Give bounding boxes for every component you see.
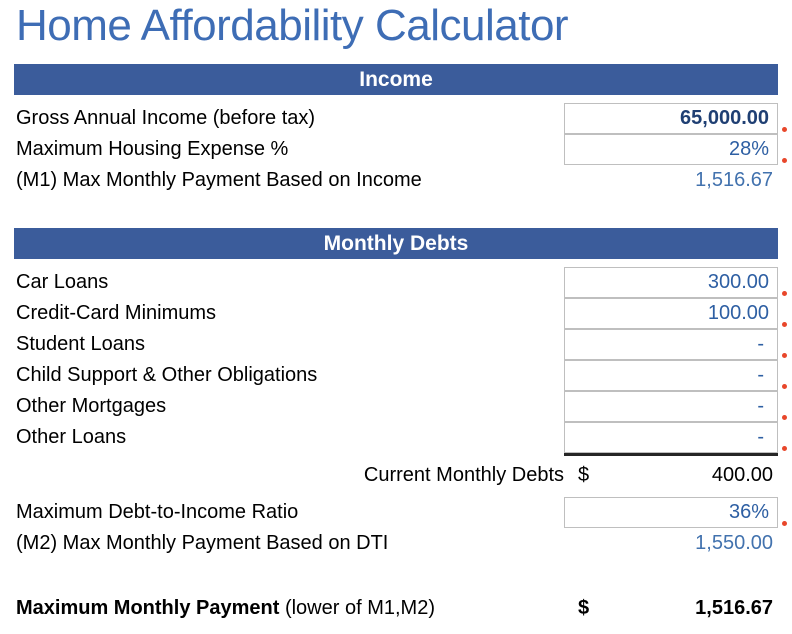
row-gross-annual-income: Gross Annual Income (before tax) 65,000.… <box>0 103 792 134</box>
comment-marker-icon[interactable] <box>782 415 787 420</box>
row-other-loans: Other Loans - <box>0 422 792 453</box>
row-label-m1-max-monthly-payment: (M1) Max Monthly Payment Based on Income <box>16 169 422 191</box>
row-maximum-monthly-payment-result: Maximum Monthly Payment (lower of M1,M2)… <box>0 593 792 624</box>
comment-marker-icon[interactable] <box>782 158 787 163</box>
comment-marker-icon[interactable] <box>782 446 787 451</box>
input-student-loans[interactable]: - <box>564 329 778 360</box>
input-other-mortgages[interactable]: - <box>564 391 778 422</box>
value-maximum-monthly-payment: 1,516.67 <box>695 597 773 619</box>
input-credit-card-minimums[interactable]: 100.00 <box>564 298 778 329</box>
comment-marker-icon[interactable] <box>782 384 787 389</box>
value-current-monthly-debts: 400.00 <box>711 464 773 486</box>
value-m2-max-monthly-payment: 1,550.00 <box>695 532 773 554</box>
row-label-current-monthly-debts: Current Monthly Debts <box>363 464 564 486</box>
spreadsheet-canvas: Home Affordability Calculator Income Gro… <box>0 0 792 634</box>
comment-marker-icon[interactable] <box>782 521 787 526</box>
comment-marker-icon[interactable] <box>782 353 787 358</box>
input-other-loans[interactable]: - <box>564 422 778 453</box>
section-header-income: Income <box>14 64 778 95</box>
input-car-loans[interactable]: 300.00 <box>564 267 778 298</box>
row-car-loans: Car Loans 300.00 <box>0 267 792 298</box>
row-label-m2-max-monthly-payment: (M2) Max Monthly Payment Based on DTI <box>16 532 389 554</box>
row-current-monthly-debts-total: Current Monthly Debts $ 400.00 <box>0 460 792 491</box>
row-m2-max-monthly-payment: (M2) Max Monthly Payment Based on DTI 1,… <box>0 528 792 559</box>
row-label-child-support-other-obligations: Child Support & Other Obligations <box>16 364 318 386</box>
result-label-regular: (lower of M1,M2) <box>279 597 435 619</box>
row-max-dti-ratio: Maximum Debt-to-Income Ratio 36% <box>0 497 792 528</box>
row-m1-max-monthly-payment: (M1) Max Monthly Payment Based on Income… <box>0 165 792 196</box>
row-label-max-housing-expense-pct: Maximum Housing Expense % <box>16 138 289 160</box>
row-student-loans: Student Loans - <box>0 329 792 360</box>
totals-divider <box>564 453 778 456</box>
input-max-housing-expense-pct[interactable]: 28% <box>564 134 778 165</box>
value-m1-max-monthly-payment: 1,516.67 <box>695 169 773 191</box>
row-label-maximum-monthly-payment: Maximum Monthly Payment (lower of M1,M2) <box>16 593 435 624</box>
row-label-max-dti-ratio: Maximum Debt-to-Income Ratio <box>16 501 299 523</box>
comment-marker-icon[interactable] <box>782 322 787 327</box>
input-max-dti-ratio[interactable]: 36% <box>564 497 778 528</box>
row-label-car-loans: Car Loans <box>16 271 109 293</box>
row-label-student-loans: Student Loans <box>16 333 145 355</box>
row-label-other-mortgages: Other Mortgages <box>16 395 167 417</box>
input-child-support-other-obligations[interactable]: - <box>564 360 778 391</box>
page-title: Home Affordability Calculator <box>16 1 569 50</box>
row-child-support-other-obligations: Child Support & Other Obligations - <box>0 360 792 391</box>
result-label-bold: Maximum Monthly Payment <box>16 597 280 619</box>
row-max-housing-expense-pct: Maximum Housing Expense % 28% <box>0 134 792 165</box>
row-label-gross-annual-income: Gross Annual Income (before tax) <box>16 107 316 129</box>
row-label-credit-card-minimums: Credit-Card Minimums <box>16 302 217 324</box>
row-other-mortgages: Other Mortgages - <box>0 391 792 422</box>
section-header-monthly-debts: Monthly Debts <box>14 228 778 259</box>
input-gross-annual-income[interactable]: 65,000.00 <box>564 103 778 134</box>
row-credit-card-minimums: Credit-Card Minimums 100.00 <box>0 298 792 329</box>
comment-marker-icon[interactable] <box>782 127 787 132</box>
row-label-other-loans: Other Loans <box>16 426 127 448</box>
comment-marker-icon[interactable] <box>782 291 787 296</box>
